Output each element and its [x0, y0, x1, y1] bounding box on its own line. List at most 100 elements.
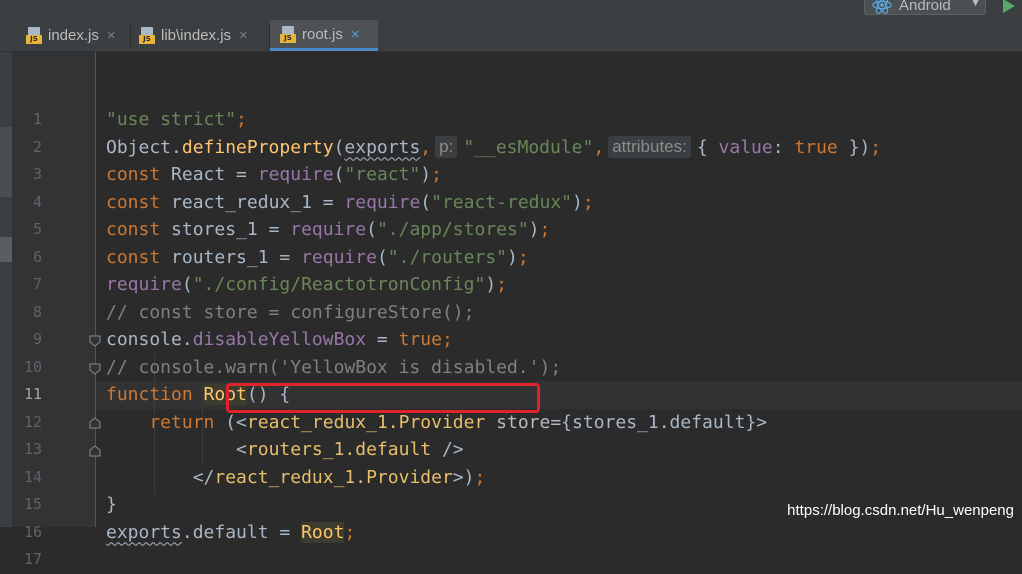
parameter-hint: p:	[435, 135, 458, 158]
line-number: 16	[23, 522, 42, 541]
code-token: Root	[301, 521, 345, 543]
code-token: // console.warn('YellowBox is disabled.'…	[106, 356, 562, 378]
top-toolbar: Android ▼	[0, 0, 1022, 20]
code-token: require	[290, 219, 367, 240]
code-token: const	[106, 246, 172, 268]
code-token: "./routers"	[387, 246, 507, 268]
code-token: routers_1 =	[171, 246, 302, 268]
code-token: React =	[171, 164, 258, 185]
editor-tab-bar: JS index.js × JS lib\index.js × JS root.…	[0, 20, 1022, 52]
code-token: (	[333, 164, 345, 185]
line-number: 7	[32, 275, 42, 293]
code-token: function	[106, 384, 204, 405]
line-number: 15	[23, 495, 42, 513]
code-token: ,	[420, 136, 432, 158]
code-token: stores_1 =	[171, 219, 291, 240]
code-line[interactable]: const react_redux_1 = require("react-red…	[106, 189, 594, 217]
code-token: (	[333, 136, 345, 158]
tab-label: lib\index.js	[161, 27, 232, 44]
line-number: 14	[23, 467, 42, 486]
js-file-icon: JS	[26, 27, 42, 44]
code-token: const	[106, 164, 172, 185]
line-number: 1	[32, 110, 42, 128]
code-token: require	[106, 274, 182, 295]
tool-window-marker[interactable]	[0, 127, 12, 197]
tab-lib-index-js[interactable]: JS lib\index.js ×	[131, 20, 269, 51]
code-token: )	[485, 274, 497, 295]
close-icon[interactable]: ×	[107, 27, 116, 44]
code-token: react_redux_1.Provider	[214, 466, 453, 488]
code-line[interactable]: // console.warn('YellowBox is disabled.'…	[106, 354, 561, 382]
code-token: )	[572, 191, 583, 213]
tab-index-js[interactable]: JS index.js ×	[18, 20, 122, 51]
line-number: 12	[23, 412, 42, 431]
code-line[interactable]: exports.default = Root;	[106, 519, 355, 547]
code-token: ;	[344, 521, 356, 543]
code-token: const	[106, 191, 172, 213]
code-token: "__esModule"	[463, 136, 594, 158]
code-token: )	[528, 219, 540, 240]
code-token: Object.	[106, 136, 182, 158]
tab-root-js[interactable]: JS root.js ×	[270, 20, 378, 51]
code-token: exports	[106, 521, 182, 543]
code-line[interactable]: }	[106, 491, 117, 519]
code-line[interactable]: </react_redux_1.Provider>);	[106, 464, 486, 492]
line-number: 13	[23, 440, 42, 458]
watermark: https://blog.csdn.net/Hu_wenpeng	[787, 502, 1014, 519]
code-line[interactable]: Object.defineProperty(exports, p: "__esMod…	[106, 134, 881, 162]
close-icon[interactable]: ×	[351, 26, 360, 43]
line-number: 10	[23, 357, 42, 376]
code-token: >)	[452, 466, 475, 488]
code-line[interactable]: const React = require("react");	[106, 161, 442, 189]
code-line[interactable]: <routers_1.default />	[106, 436, 464, 464]
code-token: (	[181, 274, 193, 295]
code-token: (	[366, 219, 377, 240]
highlight-annotation-box	[226, 383, 540, 413]
js-file-icon: JS	[139, 27, 155, 44]
code-token: .default =	[181, 521, 302, 543]
code-token: =	[366, 329, 399, 350]
run-configuration-dropdown[interactable]: Android ▼	[864, 0, 986, 15]
code-token: require	[257, 164, 334, 185]
code-token: true	[398, 329, 442, 350]
code-token: ;	[496, 274, 507, 295]
code-token: ;	[539, 219, 551, 240]
code-line[interactable]: require("./config/ReactotronConfig");	[106, 271, 507, 299]
run-configuration-label: Android	[899, 0, 951, 14]
tool-window-marker[interactable]	[0, 237, 12, 262]
code-token: return	[106, 411, 226, 433]
code-line[interactable]: const routers_1 = require("./routers");	[106, 244, 529, 272]
code-token: store	[496, 411, 551, 433]
code-token: disableYellowBox	[192, 329, 367, 350]
code-token: ;	[236, 109, 247, 130]
react-icon	[872, 0, 892, 14]
tab-label: index.js	[48, 27, 99, 44]
code-token: exports	[344, 136, 421, 158]
code-token: <	[106, 439, 247, 460]
code-token: routers_1.default	[246, 439, 442, 460]
line-number: 11	[23, 385, 42, 403]
code-line[interactable]: console.disableYellowBox = true;	[106, 326, 453, 354]
code-token: {	[696, 136, 719, 158]
code-token: :	[772, 136, 795, 158]
line-number: 6	[32, 247, 42, 266]
code-token: ;	[582, 191, 594, 213]
chevron-down-icon: ▼	[970, 0, 981, 9]
code-token: value	[718, 136, 773, 158]
code-token: "./app/stores"	[376, 219, 529, 240]
line-number: 9	[32, 330, 42, 348]
code-token: ={stores_1.default}>	[550, 411, 768, 433]
code-token: ;	[441, 329, 453, 350]
code-token: console.	[106, 329, 193, 350]
code-token: })	[837, 136, 871, 158]
run-icon[interactable]	[1000, 0, 1016, 14]
code-line[interactable]: "use strict";	[106, 106, 247, 134]
code-token: react_redux_1.Provider	[246, 411, 497, 433]
code-line[interactable]: const stores_1 = require("./app/stores")…	[106, 216, 550, 244]
code-token: (	[420, 191, 432, 213]
code-line[interactable]: // const store = configureStore();	[106, 299, 474, 327]
code-editor[interactable]: "use strict"; Object.defineProperty(expor…	[96, 52, 1022, 543]
close-icon[interactable]: ×	[239, 27, 248, 44]
js-file-icon: JS	[280, 25, 296, 43]
line-number: 2	[32, 137, 42, 156]
